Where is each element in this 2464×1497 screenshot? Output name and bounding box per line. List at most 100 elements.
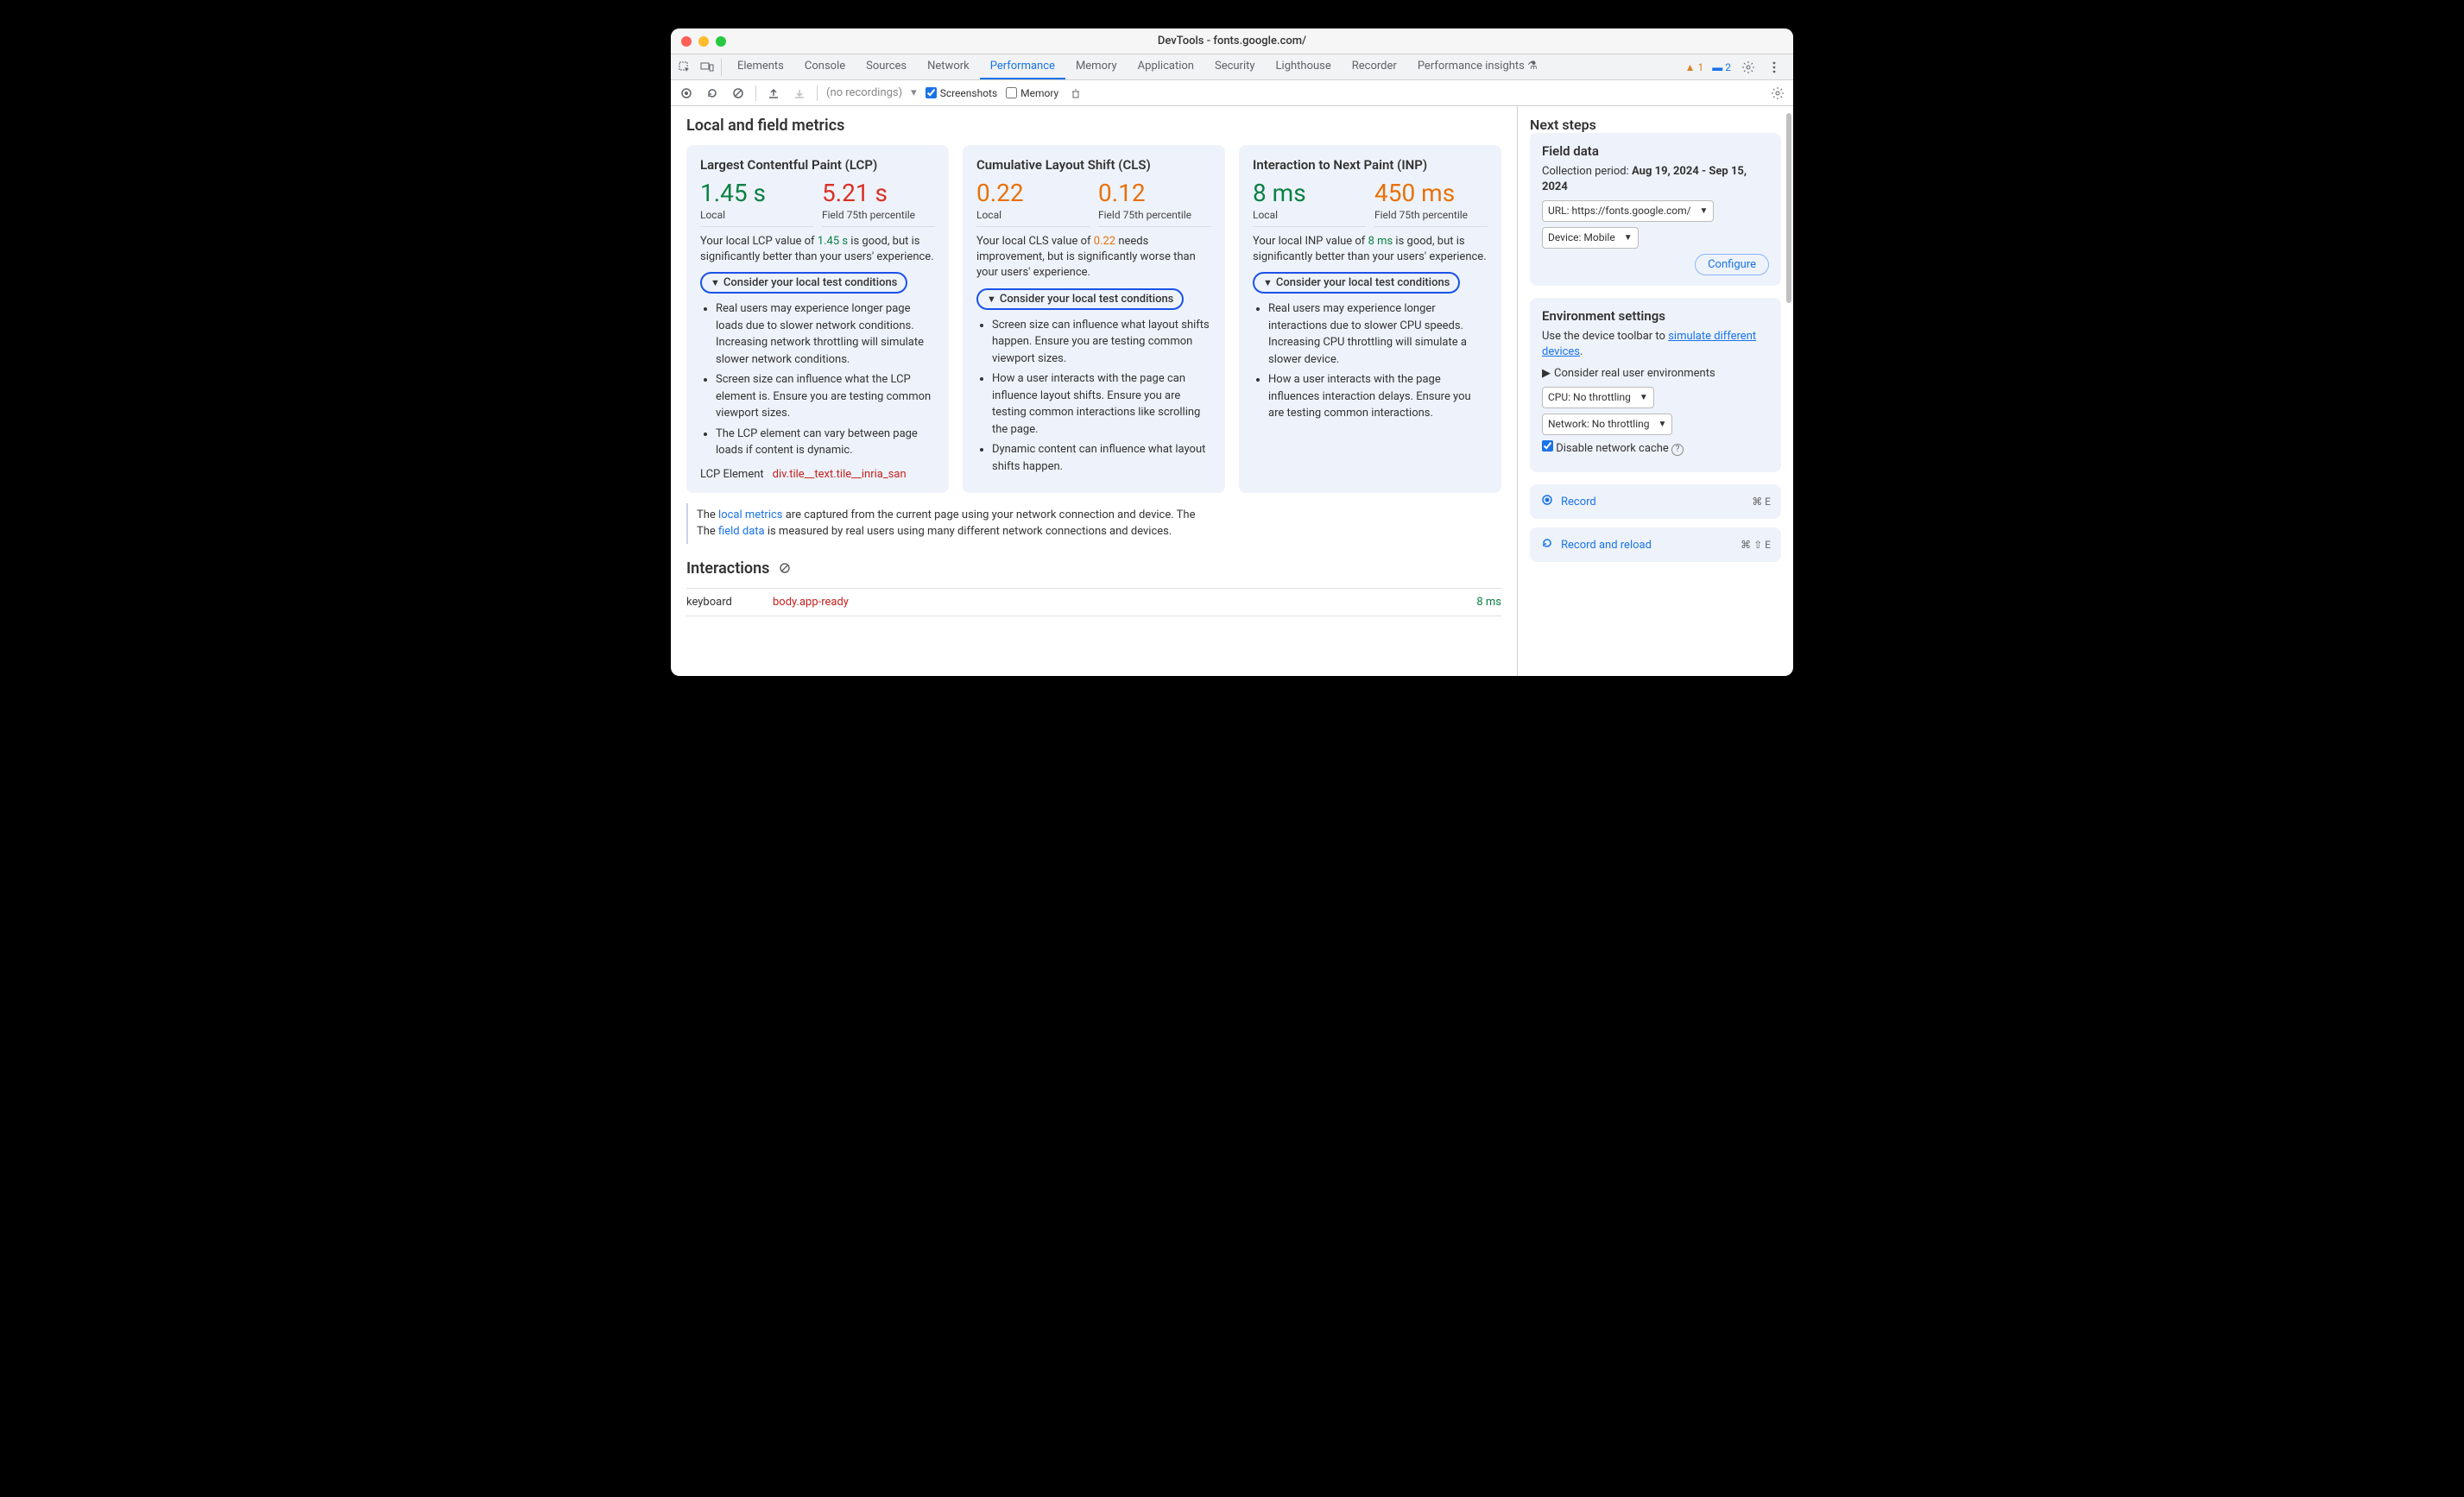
message-icon: ▬ <box>1712 61 1722 73</box>
chevron-down-icon: ▼ <box>1640 392 1648 404</box>
cls-bullets: Screen size can influence what layout sh… <box>976 317 1211 476</box>
maximize-icon[interactable] <box>716 36 726 47</box>
field-data-card: Field data Collection period: Aug 19, 20… <box>1530 133 1781 286</box>
inp-disclosure[interactable]: ▼Consider your local test conditions <box>1253 272 1460 294</box>
inspect-icon[interactable] <box>676 59 693 76</box>
inp-local-value: 8 ms <box>1253 181 1366 205</box>
tab-memory[interactable]: Memory <box>1065 54 1128 79</box>
performance-toolbar: (no recordings) ▾ Screenshots Memory <box>671 80 1793 106</box>
disclosure-open-icon: ▼ <box>711 277 720 288</box>
help-icon[interactable]: ? <box>1671 444 1684 456</box>
tab-sources[interactable]: Sources <box>856 54 917 79</box>
chevron-down-icon[interactable]: ▾ <box>911 86 917 99</box>
inp-field-value: 450 ms <box>1374 181 1488 205</box>
disclosure-open-icon: ▼ <box>1263 277 1273 288</box>
traffic-lights <box>681 36 726 47</box>
tab-network[interactable]: Network <box>917 54 980 79</box>
cpu-throttle-select[interactable]: CPU: No throttling▼ <box>1542 387 1654 408</box>
chevron-down-icon: ▼ <box>1658 419 1667 431</box>
cls-description: Your local CLS value of 0.22 needs impro… <box>976 234 1211 281</box>
flask-icon: ⚗ <box>1527 60 1538 73</box>
lcp-title: Largest Contentful Paint (LCP) <box>700 157 935 173</box>
environment-card: Environment settings Use the device tool… <box>1530 298 1781 472</box>
disable-cache-checkbox[interactable]: Disable network cache <box>1542 442 1669 455</box>
network-throttle-select[interactable]: Network: No throttling▼ <box>1542 414 1672 435</box>
inp-title: Interaction to Next Paint (INP) <box>1253 157 1488 173</box>
record-action[interactable]: Record ⌘ E <box>1530 484 1781 519</box>
cls-field-value: 0.12 <box>1098 181 1211 205</box>
metrics-heading: Local and field metrics <box>686 117 1501 135</box>
tab-list: Elements Console Sources Network Perform… <box>727 54 1548 79</box>
interactions-heading: Interactions <box>686 559 1501 578</box>
tab-application[interactable]: Application <box>1128 54 1204 79</box>
panel-settings-icon[interactable] <box>1769 85 1786 102</box>
tab-performance-insights[interactable]: Performance insights ⚗ <box>1407 54 1548 79</box>
interaction-row[interactable]: keyboard body.app-ready 8 ms <box>686 588 1501 616</box>
url-select[interactable]: URL: https://fonts.google.com/▼ <box>1542 200 1714 222</box>
local-metrics-link[interactable]: local metrics <box>718 508 782 521</box>
close-icon[interactable] <box>681 36 692 47</box>
lcp-card: Largest Contentful Paint (LCP) 1.45 s Lo… <box>686 145 949 493</box>
chevron-down-icon: ▼ <box>1700 205 1709 218</box>
metrics-footnote: The local metrics are captured from the … <box>686 503 1501 544</box>
tab-elements[interactable]: Elements <box>727 54 794 79</box>
record-icon <box>1540 493 1554 510</box>
lcp-field-value: 5.21 s <box>822 181 935 205</box>
messages-badge[interactable]: ▬2 <box>1712 61 1731 73</box>
device-toolbar-icon[interactable] <box>698 59 716 76</box>
clear-interactions-icon[interactable] <box>776 559 793 577</box>
window-title: DevTools - fonts.google.com/ <box>671 35 1793 47</box>
reload-icon[interactable] <box>704 85 721 102</box>
reload-icon <box>1540 536 1554 553</box>
lcp-element-selector[interactable]: div.tile__text.tile__inria_san <box>773 468 907 481</box>
lcp-description: Your local LCP value of 1.45 s is good, … <box>700 234 935 265</box>
devtools-tabbar: Elements Console Sources Network Perform… <box>671 54 1793 80</box>
field-data-link[interactable]: field data <box>718 525 765 538</box>
devtools-window: DevTools - fonts.google.com/ Elements Co… <box>671 28 1793 676</box>
disclosure-closed-icon: ▶ <box>1542 367 1551 380</box>
record-reload-action[interactable]: Record and reload ⌘ ⇧ E <box>1530 527 1781 562</box>
inp-bullets: Real users may experience longer interac… <box>1253 300 1488 422</box>
interaction-time: 8 ms <box>1476 596 1501 609</box>
lcp-local-value: 1.45 s <box>700 181 813 205</box>
tab-lighthouse[interactable]: Lighthouse <box>1266 54 1342 79</box>
titlebar: DevTools - fonts.google.com/ <box>671 28 1793 54</box>
clear-icon[interactable] <box>730 85 747 102</box>
cls-card: Cumulative Layout Shift (CLS) 0.22 Local… <box>963 145 1225 493</box>
more-icon[interactable] <box>1766 59 1783 76</box>
inp-card: Interaction to Next Paint (INP) 8 ms Loc… <box>1239 145 1501 493</box>
cls-local-value: 0.22 <box>976 181 1090 205</box>
scrollbar[interactable] <box>1786 113 1791 303</box>
configure-button[interactable]: Configure <box>1695 254 1769 275</box>
download-icon[interactable] <box>791 85 808 102</box>
tab-performance[interactable]: Performance <box>980 54 1065 79</box>
collection-period: Collection period: Aug 19, 2024 - Sep 15… <box>1542 164 1769 195</box>
inp-description: Your local INP value of 8 ms is good, bu… <box>1253 234 1488 265</box>
minimize-icon[interactable] <box>698 36 709 47</box>
chevron-down-icon: ▼ <box>1624 232 1633 244</box>
tab-console[interactable]: Console <box>794 54 856 79</box>
side-pane: Next steps Field data Collection period:… <box>1517 106 1793 676</box>
env-disclosure[interactable]: ▶Consider real user environments <box>1542 367 1769 380</box>
recordings-dropdown[interactable]: (no recordings) <box>826 86 902 99</box>
tab-recorder[interactable]: Recorder <box>1342 54 1407 79</box>
memory-checkbox[interactable]: Memory <box>1006 87 1058 99</box>
interaction-target[interactable]: body.app-ready <box>773 596 1476 609</box>
main-pane: Local and field metrics Largest Contentf… <box>671 106 1517 676</box>
settings-icon[interactable] <box>1740 59 1757 76</box>
lcp-disclosure[interactable]: ▼Consider your local test conditions <box>700 272 907 294</box>
record-icon[interactable] <box>678 85 695 102</box>
screenshots-checkbox[interactable]: Screenshots <box>926 87 997 99</box>
lcp-bullets: Real users may experience longer page lo… <box>700 300 935 459</box>
disclosure-open-icon: ▼ <box>987 294 996 305</box>
cls-title: Cumulative Layout Shift (CLS) <box>976 157 1211 173</box>
warnings-badge[interactable]: ▲1 <box>1685 61 1704 73</box>
device-select[interactable]: Device: Mobile▼ <box>1542 227 1639 249</box>
gc-icon[interactable] <box>1067 85 1084 102</box>
next-steps-heading: Next steps <box>1530 117 1781 133</box>
lcp-element-row: LCP Element div.tile__text.tile__inria_s… <box>700 468 935 481</box>
cls-disclosure[interactable]: ▼Consider your local test conditions <box>976 288 1184 310</box>
tab-security[interactable]: Security <box>1204 54 1266 79</box>
warning-icon: ▲ <box>1685 61 1696 73</box>
upload-icon[interactable] <box>765 85 782 102</box>
